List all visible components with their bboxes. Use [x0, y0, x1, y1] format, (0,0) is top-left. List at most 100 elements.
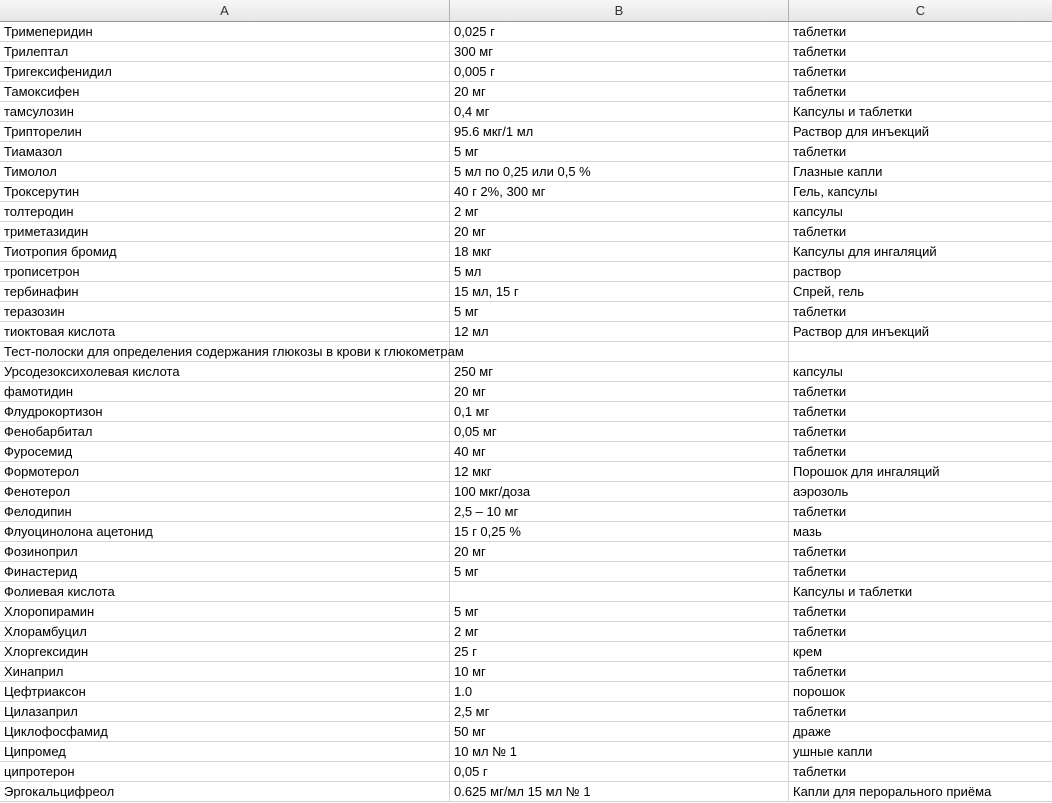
cell-a[interactable]: Троксерутин [0, 182, 450, 201]
cell-a[interactable]: Фуросемид [0, 442, 450, 461]
cell-c[interactable] [789, 342, 1052, 361]
cell-b[interactable]: 5 мл по 0,25 или 0,5 % [450, 162, 789, 181]
cell-b[interactable]: 0,1 мг [450, 402, 789, 421]
cell-a[interactable]: Хлоропирамин [0, 602, 450, 621]
cell-a[interactable]: Тимолол [0, 162, 450, 181]
cell-b[interactable]: 300 мг [450, 42, 789, 61]
column-header-c[interactable]: C [789, 0, 1052, 21]
cell-b[interactable]: 5 мг [450, 562, 789, 581]
cell-c[interactable]: Капсулы и таблетки [789, 582, 1052, 601]
cell-b[interactable]: 0,05 мг [450, 422, 789, 441]
cell-b[interactable]: 40 мг [450, 442, 789, 461]
cell-b[interactable]: 10 мг [450, 662, 789, 681]
cell-c[interactable]: таблетки [789, 762, 1052, 781]
cell-a[interactable]: Цефтриаксон [0, 682, 450, 701]
cell-b[interactable]: 20 мг [450, 222, 789, 241]
cell-a[interactable]: тиоктовая кислота [0, 322, 450, 341]
cell-c[interactable]: таблетки [789, 42, 1052, 61]
column-header-b[interactable]: B [450, 0, 789, 21]
cell-c[interactable]: таблетки [789, 502, 1052, 521]
cell-a[interactable]: Тригексифенидил [0, 62, 450, 81]
cell-b[interactable]: 25 г [450, 642, 789, 661]
cell-c[interactable]: Раствор для инъекций [789, 322, 1052, 341]
cell-a[interactable]: Ципромед [0, 742, 450, 761]
cell-a[interactable]: Фенобарбитал [0, 422, 450, 441]
cell-a[interactable]: Циклофосфамид [0, 722, 450, 741]
cell-c[interactable]: таблетки [789, 662, 1052, 681]
cell-b[interactable]: 2,5 – 10 мг [450, 502, 789, 521]
cell-c[interactable]: таблетки [789, 22, 1052, 41]
cell-c[interactable]: Спрей, гель [789, 282, 1052, 301]
cell-b[interactable]: 2 мг [450, 202, 789, 221]
cell-a[interactable]: Трилептал [0, 42, 450, 61]
cell-b[interactable]: 2 мг [450, 622, 789, 641]
cell-b[interactable]: 12 мкг [450, 462, 789, 481]
cell-a[interactable]: Флудрокортизон [0, 402, 450, 421]
cell-c[interactable]: раствор [789, 262, 1052, 281]
cell-c[interactable]: Капли для перорального приёма [789, 782, 1052, 801]
cell-a[interactable]: Хлорамбуцил [0, 622, 450, 641]
cell-a[interactable]: Фозиноприл [0, 542, 450, 561]
cell-b[interactable]: 100 мкг/доза [450, 482, 789, 501]
cell-a[interactable]: триметазидин [0, 222, 450, 241]
cell-b[interactable]: 1.0 [450, 682, 789, 701]
cell-c[interactable]: таблетки [789, 222, 1052, 241]
cell-b[interactable]: 20 мг [450, 542, 789, 561]
cell-c[interactable]: таблетки [789, 142, 1052, 161]
cell-b[interactable]: 15 мл, 15 г [450, 282, 789, 301]
cell-c[interactable]: порошок [789, 682, 1052, 701]
cell-b[interactable]: 5 мг [450, 602, 789, 621]
cell-a[interactable]: Флуоцинолона ацетонид [0, 522, 450, 541]
cell-a[interactable]: Фолиевая кислота [0, 582, 450, 601]
cell-b[interactable] [450, 342, 789, 361]
cell-c[interactable]: таблетки [789, 302, 1052, 321]
cell-a[interactable]: Тамоксифен [0, 82, 450, 101]
cell-a[interactable]: ципротерон [0, 762, 450, 781]
column-header-a[interactable]: A [0, 0, 450, 21]
cell-a[interactable]: теразозин [0, 302, 450, 321]
cell-a[interactable]: Трипторелин [0, 122, 450, 141]
cell-a[interactable]: Формотерол [0, 462, 450, 481]
cell-c[interactable]: аэрозоль [789, 482, 1052, 501]
cell-b[interactable]: 5 мг [450, 302, 789, 321]
cell-a[interactable]: Хинаприл [0, 662, 450, 681]
cell-a[interactable]: Эргокальцифреол [0, 782, 450, 801]
cell-b[interactable]: 20 мг [450, 382, 789, 401]
cell-c[interactable]: таблетки [789, 602, 1052, 621]
cell-c[interactable]: таблетки [789, 442, 1052, 461]
cell-c[interactable]: таблетки [789, 382, 1052, 401]
cell-b[interactable]: 95.6 мкг/1 мл [450, 122, 789, 141]
cell-c[interactable]: Капсулы для ингаляций [789, 242, 1052, 261]
cell-b[interactable]: 12 мл [450, 322, 789, 341]
cell-a[interactable]: тамсулозин [0, 102, 450, 121]
cell-b[interactable]: 0,005 г [450, 62, 789, 81]
cell-a[interactable]: Хлоргексидин [0, 642, 450, 661]
cell-c[interactable]: таблетки [789, 62, 1052, 81]
cell-c[interactable]: ушные капли [789, 742, 1052, 761]
cell-a[interactable]: Тиамазол [0, 142, 450, 161]
cell-c[interactable]: таблетки [789, 622, 1052, 641]
cell-a[interactable]: Тримеперидин [0, 22, 450, 41]
cell-c[interactable]: капсулы [789, 362, 1052, 381]
cell-b[interactable]: 15 г 0,25 % [450, 522, 789, 541]
cell-b[interactable]: 5 мг [450, 142, 789, 161]
cell-c[interactable]: таблетки [789, 542, 1052, 561]
cell-a[interactable]: тербинафин [0, 282, 450, 301]
cell-b[interactable]: 0.625 мг/мл 15 мл № 1 [450, 782, 789, 801]
cell-c[interactable]: Глазные капли [789, 162, 1052, 181]
cell-b[interactable]: 250 мг [450, 362, 789, 381]
cell-b[interactable]: 50 мг [450, 722, 789, 741]
cell-c[interactable]: таблетки [789, 422, 1052, 441]
cell-b[interactable]: 20 мг [450, 82, 789, 101]
cell-c[interactable]: драже [789, 722, 1052, 741]
cell-c[interactable]: таблетки [789, 402, 1052, 421]
cell-a[interactable]: толтеродин [0, 202, 450, 221]
cell-b[interactable]: 0,05 г [450, 762, 789, 781]
cell-c[interactable]: Капсулы и таблетки [789, 102, 1052, 121]
cell-a[interactable]: Урсодезоксихолевая кислота [0, 362, 450, 381]
cell-b[interactable]: 18 мкг [450, 242, 789, 261]
cell-c[interactable]: таблетки [789, 82, 1052, 101]
cell-b[interactable] [450, 582, 789, 601]
cell-a[interactable]: Тест-полоски для определения содержания … [0, 342, 464, 361]
cell-c[interactable]: таблетки [789, 702, 1052, 721]
